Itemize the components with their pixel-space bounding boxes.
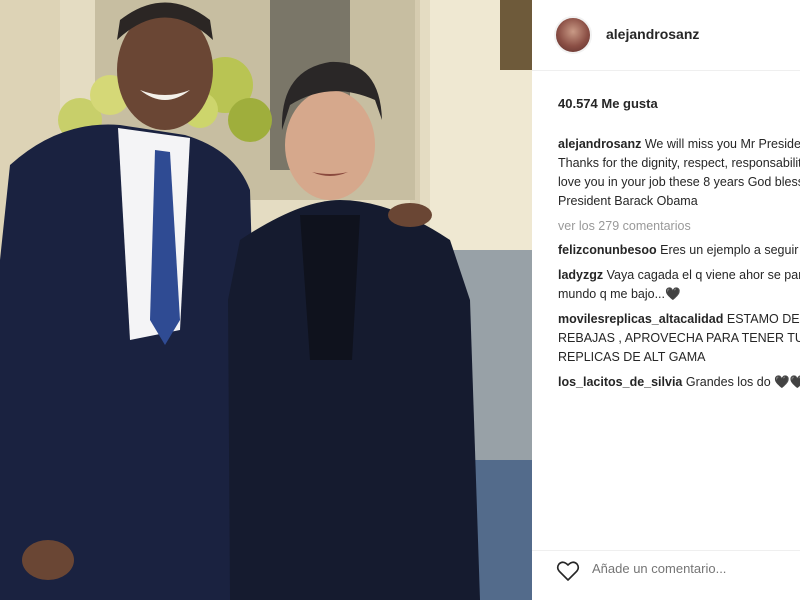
post-caption: alejandrosanz We will miss you Mr Presid…	[558, 135, 800, 211]
caption-username[interactable]: alejandrosanz	[558, 137, 641, 151]
comment-text: Eres un ejemplo a seguir 🖤	[660, 243, 800, 257]
post-sidebar: alejandrosanz 40.574 Me gusta alejandros…	[532, 0, 800, 600]
post-username[interactable]: alejandrosanz	[606, 26, 699, 42]
heart-outline-icon[interactable]	[556, 559, 580, 583]
post-footer	[532, 550, 800, 600]
comment-username[interactable]: felizconunbesoo	[558, 243, 657, 257]
post-header: alejandrosanz	[532, 0, 800, 71]
comment-username[interactable]: movilesreplicas_altacalidad	[558, 312, 723, 326]
comments-section: alejandrosanz We will miss you Mr Presid…	[558, 135, 800, 392]
comment-item: los_lacitos_de_silvia Grandes los do 🖤🖤🖤…	[558, 373, 800, 392]
post-photo[interactable]	[0, 0, 532, 600]
comment-item: ladyzgz Vaya cagada el q viene ahor se p…	[558, 266, 800, 304]
photo-illustration	[0, 0, 532, 600]
comment-item: felizconunbesoo Eres un ejemplo a seguir…	[558, 241, 800, 260]
comment-username[interactable]: ladyzgz	[558, 268, 603, 282]
like-count[interactable]: 40.574 Me gusta	[558, 96, 658, 111]
add-comment-input[interactable]	[592, 561, 782, 576]
profile-avatar[interactable]	[554, 16, 592, 54]
comment-username[interactable]: los_lacitos_de_silvia	[558, 375, 682, 389]
view-all-comments-link[interactable]: ver los 279 comentarios	[558, 217, 800, 235]
comment-item: movilesreplicas_altacalidad ESTAMO DE RE…	[558, 310, 800, 367]
comment-text: Grandes los do 🖤🖤🖤🖤	[685, 375, 800, 389]
